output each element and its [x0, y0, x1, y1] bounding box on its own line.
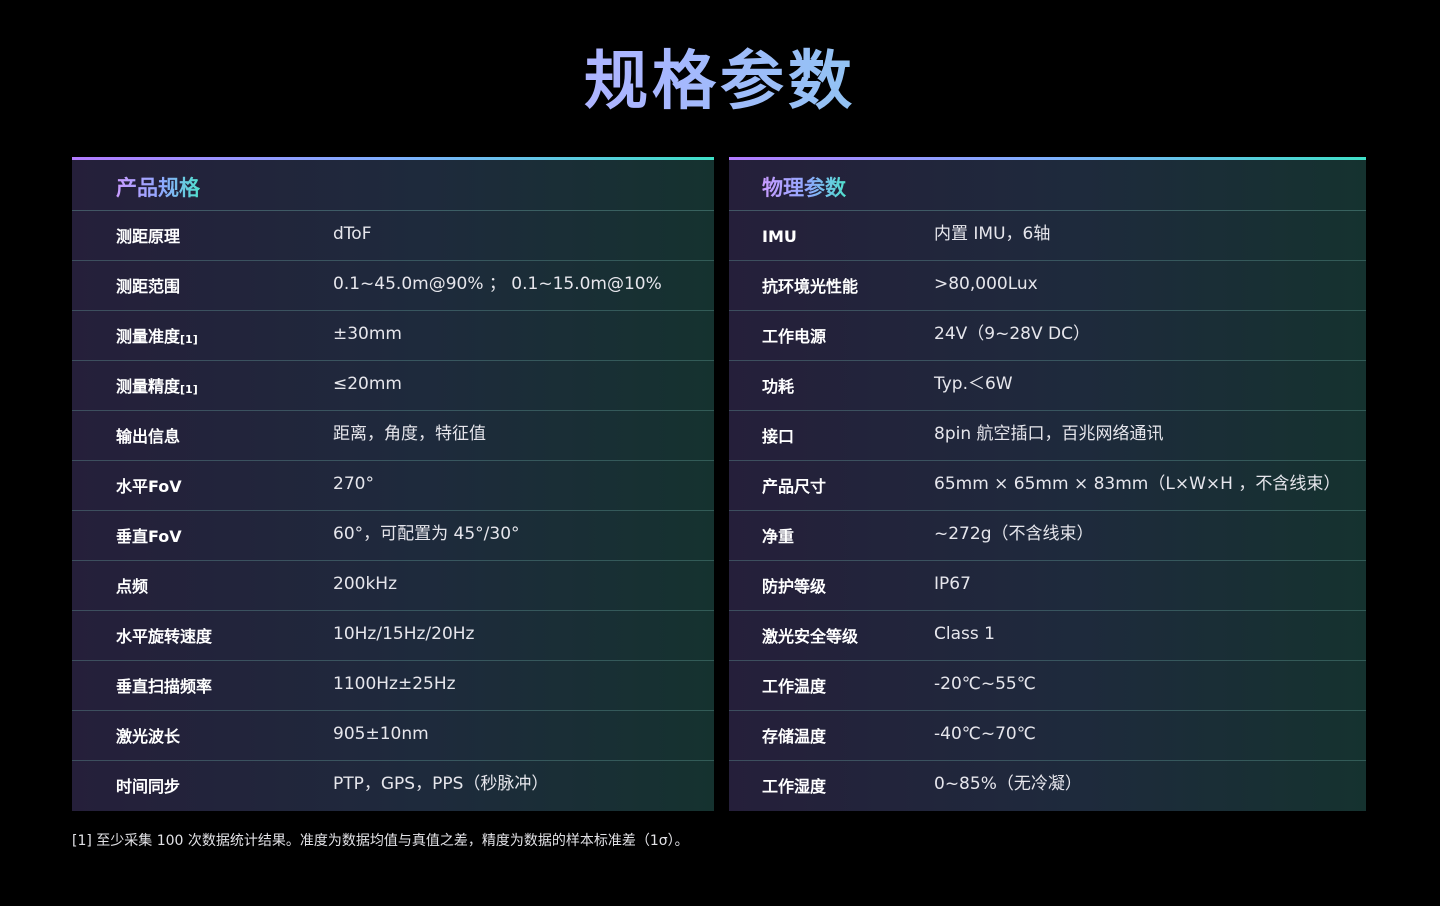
param-value: 内置 IMU，6轴 [934, 224, 1051, 244]
param-label: 防护等级 [762, 577, 827, 596]
param-row: 产品尺寸 65mm × 65mm × 83mm（L×W×H ，不含线束） [729, 461, 1366, 511]
spec-value: 200kHz [333, 574, 397, 594]
param-value: 65mm × 65mm × 83mm（L×W×H ，不含线束） [934, 474, 1341, 494]
spec-row: 垂直FoV 60°，可配置为 45°/30° [72, 511, 714, 561]
spec-value: 10Hz/15Hz/20Hz [333, 624, 475, 644]
param-label: 接口 [762, 427, 795, 446]
param-row: IMU 内置 IMU，6轴 [729, 211, 1366, 261]
param-label: 工作电源 [762, 327, 827, 346]
product-specs-panel: 产品规格 测距原理 dToF 测距范围 0.1~45.0m@90% ； 0.1~… [72, 157, 714, 811]
param-row: 工作湿度 0~85%（无冷凝） [729, 761, 1366, 811]
spec-label: 垂直扫描频率 [116, 677, 213, 696]
param-label: 功耗 [762, 377, 795, 396]
spec-value: 距离，角度，特征值 [333, 424, 486, 444]
param-label: 激光安全等级 [762, 627, 859, 646]
param-row: 激光安全等级 Class 1 [729, 611, 1366, 661]
spec-value: 905±10nm [333, 724, 429, 744]
spec-label: 测距原理 [116, 227, 181, 246]
spec-row: 测量准度[1] ±30mm [72, 311, 714, 361]
footnote-ref: [1] [180, 333, 198, 346]
spec-label: 测量精度[1] [116, 377, 198, 396]
spec-label: 激光波长 [116, 727, 181, 746]
spec-value: ±30mm [333, 324, 402, 344]
spec-label: 输出信息 [116, 427, 181, 446]
spec-value: PTP，GPS，PPS（秒脉冲） [333, 774, 549, 794]
param-row: 存储温度 -40℃~70℃ [729, 711, 1366, 761]
param-value: Typ.＜6W [934, 374, 1013, 394]
spec-label: 测距范围 [116, 277, 181, 296]
spec-label: 点频 [116, 577, 149, 596]
param-value: Class 1 [934, 624, 995, 644]
physical-params-rows: IMU 内置 IMU，6轴 抗环境光性能 >80,000Lux 工作电源 24V… [729, 211, 1366, 811]
param-label: 工作湿度 [762, 777, 827, 796]
spec-label: 水平旋转速度 [116, 627, 213, 646]
param-label: 存储温度 [762, 727, 827, 746]
param-row: 抗环境光性能 >80,000Lux [729, 261, 1366, 311]
spec-row: 测量精度[1] ≤20mm [72, 361, 714, 411]
spec-row: 水平FoV 270° [72, 461, 714, 511]
spec-value: dToF [333, 224, 372, 244]
param-value: -20℃~55℃ [934, 674, 1036, 694]
param-value: ~272g（不含线束） [934, 524, 1094, 544]
param-row: 接口 8pin 航空插口，百兆网络通讯 [729, 411, 1366, 461]
param-value: 0~85%（无冷凝） [934, 774, 1082, 794]
param-row: 功耗 Typ.＜6W [729, 361, 1366, 411]
product-specs-rows: 测距原理 dToF 测距范围 0.1~45.0m@90% ； 0.1~15.0m… [72, 211, 714, 811]
physical-params-header: 物理参数 [729, 160, 1366, 211]
spec-row: 垂直扫描频率 1100Hz±25Hz [72, 661, 714, 711]
param-value: 24V（9~28V DC） [934, 324, 1090, 344]
param-row: 防护等级 IP67 [729, 561, 1366, 611]
param-value: 8pin 航空插口，百兆网络通讯 [934, 424, 1164, 444]
footnote: [1] 至少采集 100 次数据统计结果。准度为数据均值与真值之差，精度为数据的… [72, 833, 689, 849]
physical-params-panel: 物理参数 IMU 内置 IMU，6轴 抗环境光性能 >80,000Lux 工作电… [729, 157, 1366, 811]
spec-value: ≤20mm [333, 374, 402, 394]
spec-row: 激光波长 905±10nm [72, 711, 714, 761]
spec-value: 270° [333, 474, 374, 494]
product-specs-header: 产品规格 [72, 160, 714, 211]
spec-row: 测距范围 0.1~45.0m@90% ； 0.1~15.0m@10% [72, 261, 714, 311]
spec-row: 输出信息 距离，角度，特征值 [72, 411, 714, 461]
spec-row: 水平旋转速度 10Hz/15Hz/20Hz [72, 611, 714, 661]
param-value: IP67 [934, 574, 971, 594]
param-row: 工作电源 24V（9~28V DC） [729, 311, 1366, 361]
spec-value: 60°，可配置为 45°/30° [333, 524, 520, 544]
spec-value: 1100Hz±25Hz [333, 674, 456, 694]
param-label: IMU [762, 227, 797, 246]
footnote-ref: [1] [180, 383, 198, 396]
spec-row: 测距原理 dToF [72, 211, 714, 261]
spec-value: 0.1~45.0m@90% ； 0.1~15.0m@10% [333, 274, 662, 294]
param-label: 抗环境光性能 [762, 277, 859, 296]
spec-label: 时间同步 [116, 777, 181, 796]
spec-row: 点频 200kHz [72, 561, 714, 611]
page-title: 规格参数 [0, 38, 1440, 126]
param-value: >80,000Lux [934, 274, 1038, 294]
spec-label: 垂直FoV [116, 527, 182, 546]
spec-label: 测量准度[1] [116, 327, 198, 346]
param-row: 工作温度 -20℃~55℃ [729, 661, 1366, 711]
spec-label: 水平FoV [116, 477, 182, 496]
physical-params-title: 物理参数 [762, 176, 846, 200]
param-label: 净重 [762, 527, 795, 546]
product-specs-title: 产品规格 [116, 176, 200, 200]
param-label: 产品尺寸 [762, 477, 827, 496]
spec-row: 时间同步 PTP，GPS，PPS（秒脉冲） [72, 761, 714, 811]
param-value: -40℃~70℃ [934, 724, 1036, 744]
param-row: 净重 ~272g（不含线束） [729, 511, 1366, 561]
param-label: 工作温度 [762, 677, 827, 696]
